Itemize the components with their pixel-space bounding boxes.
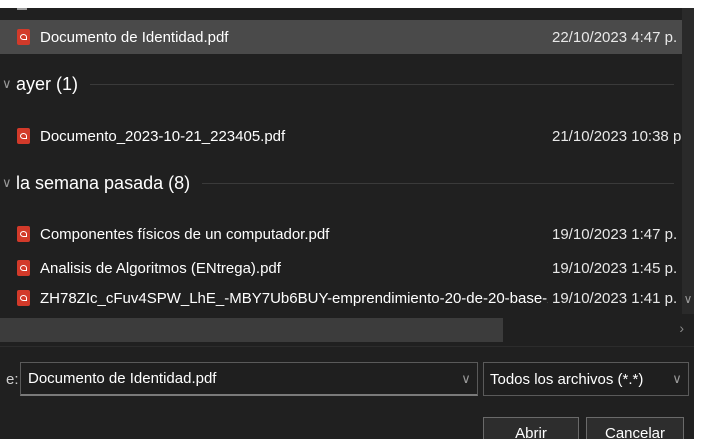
- pdf-file-icon: [17, 128, 30, 144]
- open-button[interactable]: Abrir: [483, 417, 579, 439]
- file-name: Documento de Identidad.pdf: [40, 28, 229, 46]
- scroll-right-icon[interactable]: ›: [679, 320, 684, 336]
- file-date: 22/10/2023 4:47 p. m.: [552, 28, 694, 46]
- file-row[interactable]: Documento_2023-10-21_223405.pdf 21/10/20…: [0, 119, 694, 153]
- filename-combobox[interactable]: Documento de Identidad.pdf ∨: [20, 362, 478, 396]
- chevron-down-icon[interactable]: ∨: [2, 175, 16, 191]
- filename-label: e:: [6, 371, 19, 388]
- file-row[interactable]: Analisis de Algoritmos (ENtrega).pdf 19/…: [0, 251, 694, 285]
- file-row-clipped[interactable]: ZH78ZIc_cFuv4SPW_LhE_-MBY7Ub6BUY-emprend…: [0, 285, 682, 311]
- chevron-down-icon[interactable]: ∨: [666, 371, 688, 387]
- cancel-button[interactable]: Cancelar: [586, 417, 684, 439]
- filename-input[interactable]: Documento de Identidad.pdf: [21, 370, 455, 387]
- file-row[interactable]: Componentes físicos de un computador.pdf…: [0, 217, 694, 251]
- scroll-down-icon[interactable]: ∨: [682, 292, 694, 306]
- pdf-file-icon: [17, 29, 30, 45]
- vertical-scrollbar[interactable]: ∨: [682, 8, 694, 328]
- group-divider: [202, 182, 674, 184]
- file-type-filter[interactable]: Todos los archivos (*.*) ∨: [483, 362, 689, 396]
- group-label: la semana pasada (8): [16, 172, 191, 193]
- chevron-down-icon[interactable]: ∨: [2, 76, 16, 92]
- file-row-selected[interactable]: Documento de Identidad.pdf 22/10/2023 4:…: [0, 20, 694, 54]
- dialog-footer: e: Documento de Identidad.pdf ∨ Todos lo…: [0, 346, 694, 439]
- file-name: Documento_2023-10-21_223405.pdf: [40, 127, 286, 145]
- file-date: 19/10/2023 1:45 p. m.: [552, 259, 694, 277]
- file-icon: [17, 8, 27, 10]
- file-date: 19/10/2023 1:47 p. m.: [552, 225, 694, 243]
- file-date: 21/10/2023 10:38 p. m.: [552, 127, 694, 145]
- group-header-yesterday[interactable]: ∨ ayer (1): [0, 66, 682, 102]
- group-label: ayer (1): [16, 73, 79, 94]
- pdf-file-icon: [17, 290, 30, 306]
- file-name: ZH78ZIc_cFuv4SPW_LhE_-MBY7Ub6BUY-emprend…: [40, 289, 548, 307]
- partially-visible-row[interactable]: [0, 8, 682, 11]
- file-date: 19/10/2023 1:41 p. m.: [552, 289, 682, 307]
- group-header-last-week[interactable]: ∨ la semana pasada (8): [0, 165, 682, 201]
- pdf-file-icon: [17, 260, 30, 276]
- pdf-file-icon: [17, 226, 30, 242]
- file-list: Documento de Identidad.pdf 22/10/2023 4:…: [0, 8, 694, 316]
- chevron-down-icon[interactable]: ∨: [455, 371, 477, 387]
- horizontal-scrollbar[interactable]: ›: [0, 314, 694, 346]
- file-name: Componentes físicos de un computador.pdf: [40, 225, 330, 243]
- file-name: Analisis de Algoritmos (ENtrega).pdf: [40, 259, 281, 277]
- file-type-value: Todos los archivos (*.*): [490, 370, 644, 388]
- file-open-dialog: Documento de Identidad.pdf 22/10/2023 4:…: [0, 8, 694, 439]
- scrollbar-thumb[interactable]: [0, 318, 503, 342]
- group-divider: [90, 83, 674, 85]
